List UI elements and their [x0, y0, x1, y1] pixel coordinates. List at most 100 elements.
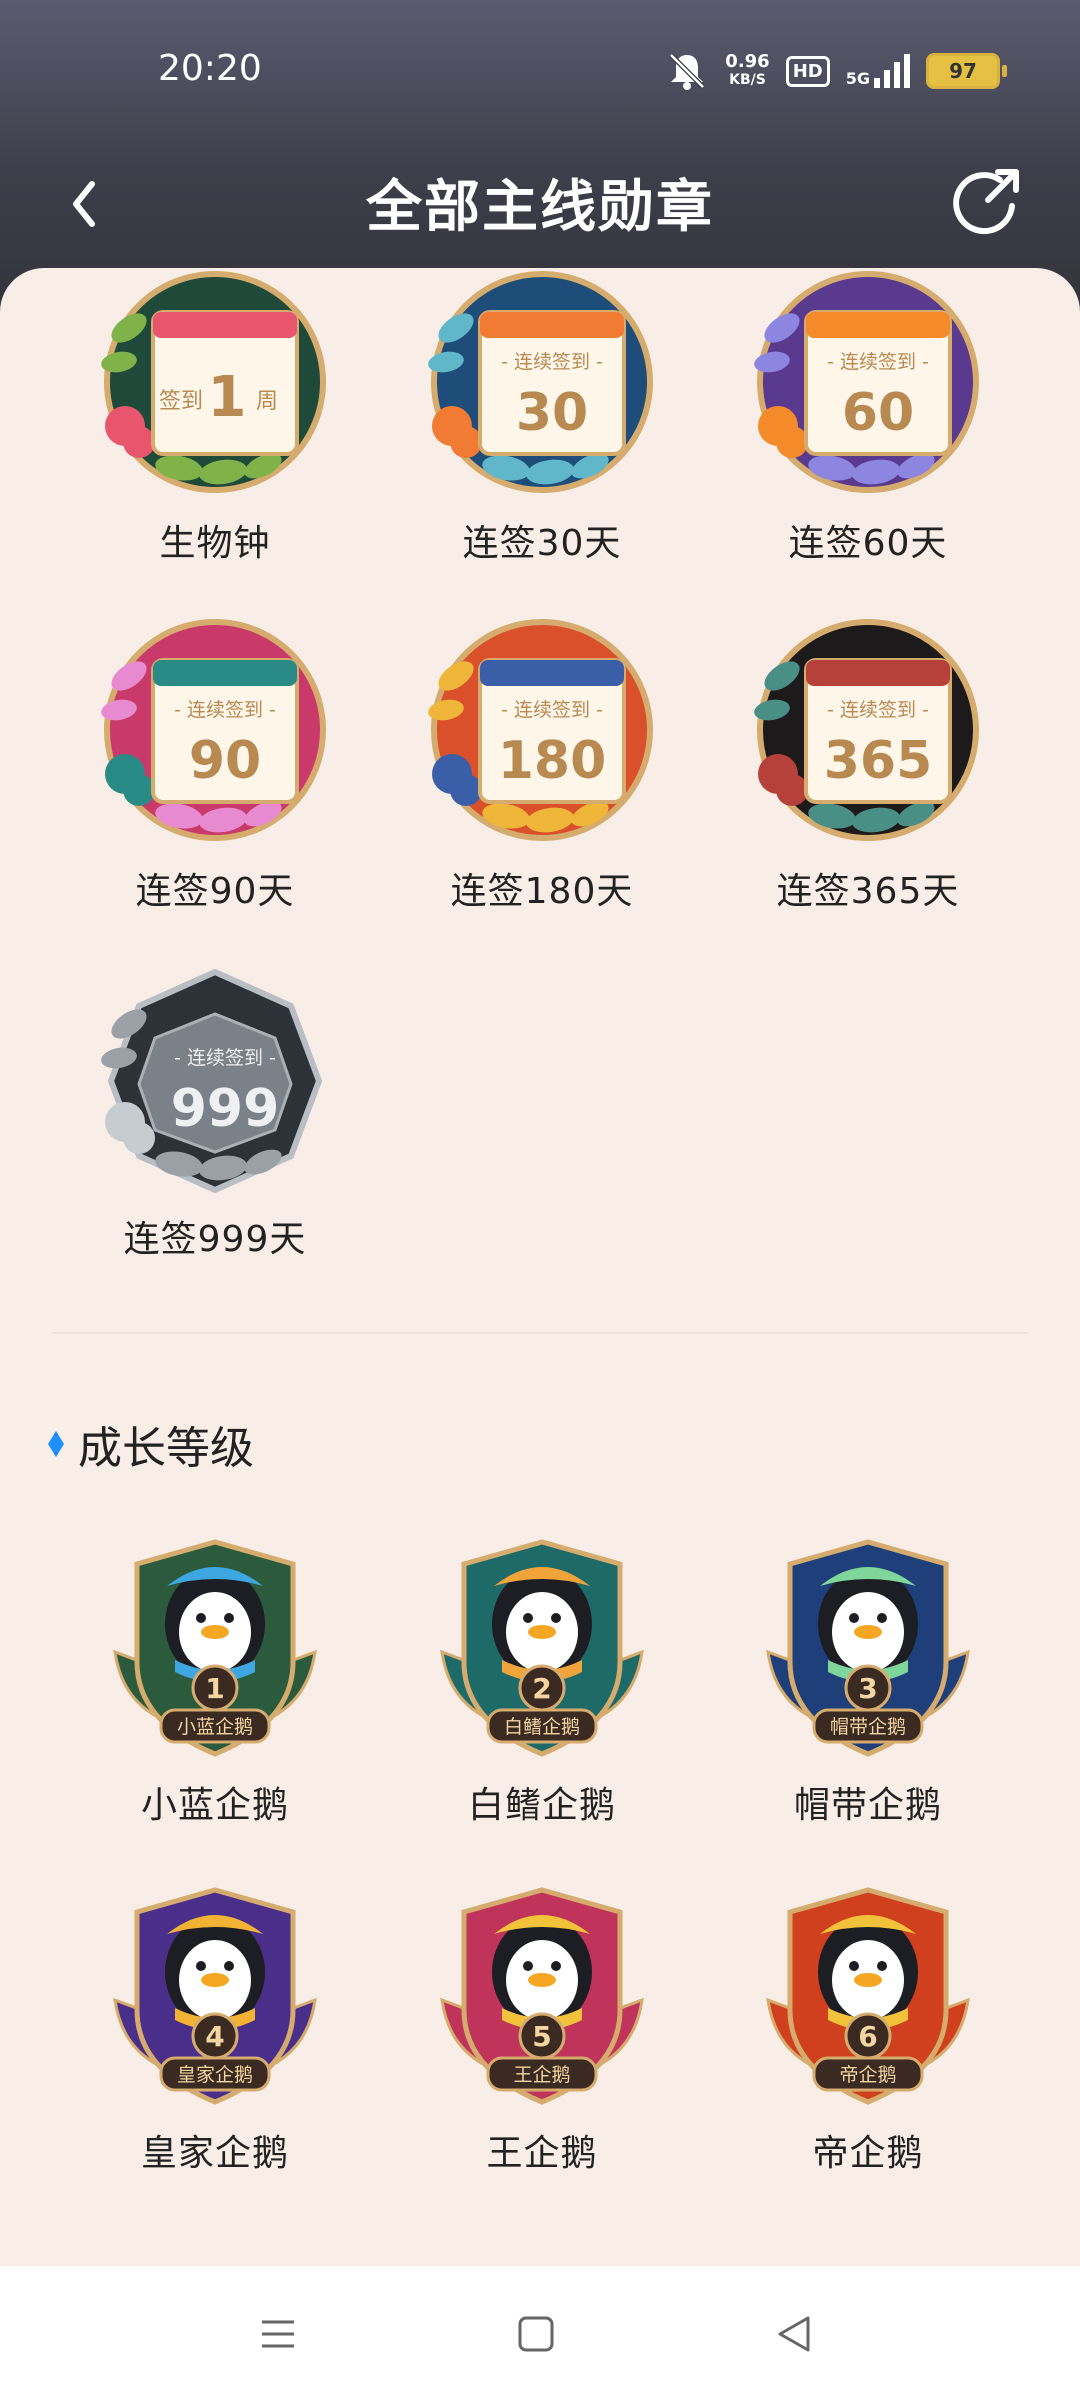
level-number-text: 4 — [205, 2020, 224, 2053]
badge-number-text: 90 — [189, 731, 261, 791]
calendar-medal-icon: - 连续签到 - 365 — [754, 619, 979, 841]
nav-menu-button[interactable] — [248, 2304, 308, 2364]
share-refresh-icon — [953, 169, 1019, 235]
checkin-medal-badge: - 连续签到 - 60 — [748, 270, 988, 500]
level-plate-text: 小蓝企鹅 — [177, 1716, 253, 1738]
signal-group: 5G — [846, 54, 910, 88]
checkin-medal-item[interactable]: - 连续签到 - 999 连签999天 — [50, 966, 380, 1262]
status-time: 20:20 — [158, 48, 262, 89]
penguin-medal-icon: 6 帝企鹅 — [766, 1887, 970, 2105]
section-divider — [52, 1332, 1028, 1334]
checkin-medal-item[interactable]: - 连续签到 - 90 连签90天 — [50, 618, 380, 914]
checkin-medal-item[interactable]: - 连续签到 - 60 连签60天 — [703, 270, 1033, 566]
penguin-badge: 4 皇家企鹅 — [95, 1880, 335, 2110]
network-speed-value: 0.96 — [725, 51, 770, 72]
calendar-medal-icon: - 连续签到 - 999 — [101, 968, 323, 1194]
growth-level-item[interactable]: 6 帝企鹅 帝企鹅 — [703, 1880, 1033, 2176]
medal-content: 签到 1 周生物钟 - 连续签到 -30 连签30天 - 连续签到 -60 连签60天 - 连… — [0, 268, 1080, 2266]
title-bar: 全部主线勋章 — [0, 140, 1080, 270]
nav-back-button[interactable] — [764, 2304, 824, 2364]
badge-top-text: - 连续签到 - — [827, 351, 929, 373]
share-button[interactable] — [940, 158, 1030, 248]
badge-top-text: - 连续签到 - — [501, 699, 603, 721]
level-plate-text: 皇家企鹅 — [177, 2064, 253, 2086]
mute-bell-icon — [669, 53, 706, 90]
penguin-badge: 2 白鳍企鹅 — [422, 1532, 662, 1762]
network-speed-unit: KB/S — [729, 72, 766, 88]
diamond-icon — [48, 1431, 64, 1457]
growth-section-title: 成长等级 — [78, 1423, 254, 1474]
battery-indicator: 97 — [926, 53, 1007, 89]
checkin-medal-badge: - 连续签到 - 365 — [748, 618, 988, 848]
penguin-badge: 3 帽带企鹅 — [748, 1532, 988, 1762]
penguin-medal-icon: 2 白鳍企鹅 — [440, 1539, 644, 1757]
checkin-medal-item[interactable]: 签到 1 周生物钟 — [50, 270, 380, 566]
level-plate-text: 白鳍企鹅 — [504, 1716, 580, 1738]
checkin-medal-badge: - 连续签到 - 999 — [95, 966, 335, 1196]
badge-top-text: - 连续签到 - — [501, 351, 603, 373]
badge-number-text: 60 — [842, 383, 914, 443]
level-number-text: 5 — [532, 2020, 551, 2053]
calendar-medal-icon: 签到 1 周 — [101, 271, 326, 493]
level-number-text: 3 — [858, 1672, 877, 1705]
penguin-medal-icon: 5 王企鹅 — [440, 1887, 644, 2105]
penguin-badge: 5 王企鹅 — [422, 1880, 662, 2110]
growth-level-label: 白鳍企鹅 — [467, 1785, 616, 1826]
badge-top-text: 签到 — [159, 389, 203, 414]
checkin-medal-label: 连签180天 — [450, 871, 634, 912]
checkin-medal-badge: - 连续签到 - 180 — [422, 618, 662, 848]
growth-section-header: 成长等级 — [48, 1412, 254, 1476]
growth-level-item[interactable]: 5 王企鹅 王企鹅 — [377, 1880, 707, 2176]
checkin-medal-item[interactable]: - 连续签到 - 365 连签365天 — [703, 618, 1033, 914]
growth-level-label: 皇家企鹅 — [140, 2133, 289, 2174]
network-type: 5G — [845, 69, 870, 88]
growth-level-item[interactable]: 1 小蓝企鹅 小蓝企鹅 — [50, 1532, 380, 1828]
level-number-text: 2 — [532, 1672, 551, 1705]
badge-number-text: 30 — [516, 383, 588, 443]
checkin-medal-badge: - 连续签到 - 30 — [422, 270, 662, 500]
badge-top-text: - 连续签到 - — [174, 1047, 276, 1069]
level-plate-text: 帝企鹅 — [839, 2064, 896, 2086]
checkin-medal-label: 连签60天 — [788, 523, 948, 564]
penguin-badge: 1 小蓝企鹅 — [95, 1532, 335, 1762]
checkin-medal-label: 连签365天 — [776, 871, 960, 912]
calendar-medal-icon: - 连续签到 - 180 — [428, 619, 653, 841]
badge-number-text: 999 — [171, 1079, 280, 1139]
network-speed: 0.96 KB/S — [725, 53, 769, 89]
level-plate-text: 王企鹅 — [513, 2064, 570, 2086]
penguin-medal-icon: 1 小蓝企鹅 — [113, 1539, 317, 1757]
badge-top-text: - 连续签到 - — [827, 699, 929, 721]
growth-level-label: 帽带企鹅 — [793, 1785, 942, 1826]
badge-suffix-text: 周 — [256, 389, 278, 414]
penguin-badge: 6 帝企鹅 — [748, 1880, 988, 2110]
badge-top-text: - 连续签到 - — [174, 699, 276, 721]
calendar-medal-icon: - 连续签到 - 90 — [101, 619, 326, 841]
checkin-medal-label: 生物钟 — [159, 523, 271, 564]
penguin-medal-icon: 4 皇家企鹅 — [113, 1887, 317, 2105]
calendar-medal-icon: - 连续签到 - 60 — [754, 271, 979, 493]
badge-number-text: 180 — [498, 731, 607, 791]
home-square-icon — [518, 2316, 554, 2352]
growth-level-label: 小蓝企鹅 — [140, 1785, 289, 1826]
checkin-medal-label: 连签30天 — [462, 523, 622, 564]
navigation-bar — [0, 2266, 1080, 2400]
level-number-text: 6 — [858, 2020, 877, 2053]
growth-level-item[interactable]: 4 皇家企鹅 皇家企鹅 — [50, 1880, 380, 2176]
growth-level-label: 帝企鹅 — [812, 2133, 924, 2174]
growth-level-item[interactable]: 3 帽带企鹅帽带企鹅 — [703, 1532, 1033, 1828]
menu-icon — [262, 2320, 294, 2348]
badge-number-text: 1 — [208, 365, 247, 430]
growth-level-label: 王企鹅 — [486, 2133, 598, 2174]
nav-home-button[interactable] — [506, 2304, 566, 2364]
checkin-medal-item[interactable]: - 连续签到 - 180 连签180天 — [377, 618, 707, 914]
level-number-text: 1 — [205, 1672, 224, 1705]
checkin-medal-badge: - 连续签到 - 90 — [95, 618, 335, 848]
growth-level-item[interactable]: 2 白鳍企鹅 白鳍企鹅 — [377, 1532, 707, 1828]
signal-icon — [874, 54, 910, 88]
calendar-medal-icon: - 连续签到 - 30 — [428, 271, 653, 493]
page-title: 全部主线勋章 — [366, 175, 714, 240]
penguin-medal-icon: 3 帽带企鹅 — [766, 1539, 970, 1757]
checkin-medal-item[interactable]: - 连续签到 - 30 连签30天 — [377, 270, 707, 566]
status-bar: 20:20 0.96 KB/S HD 5G 97 — [0, 0, 1080, 140]
status-icons: 0.96 KB/S HD 5G 97 — [665, 48, 1007, 94]
